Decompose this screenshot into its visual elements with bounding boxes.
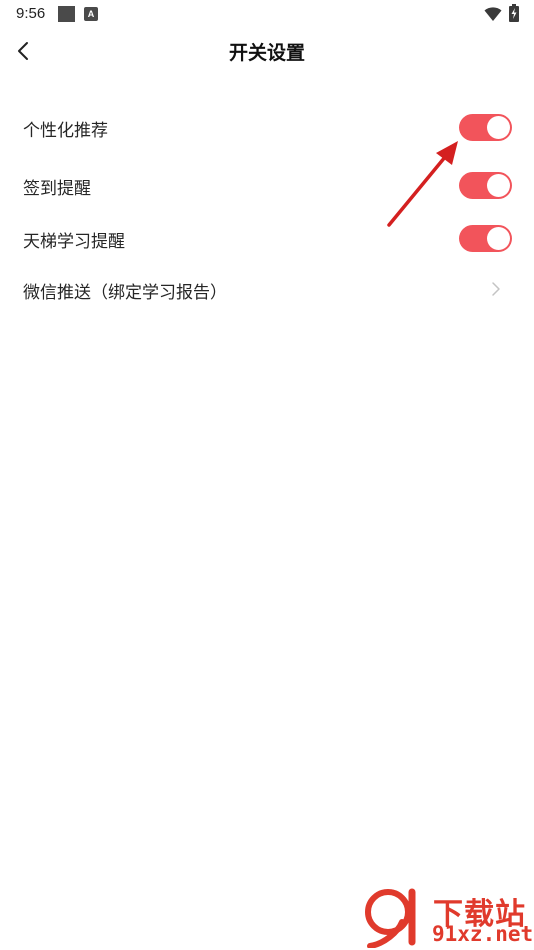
notification-square-icon <box>58 6 75 22</box>
toggle-knob <box>487 174 510 197</box>
setting-label: 个性化推荐 <box>23 121 108 141</box>
setting-row-wechat-push[interactable]: 微信推送（绑定学习报告） <box>0 266 534 310</box>
toggle-knob <box>487 227 510 250</box>
setting-label: 签到提醒 <box>23 179 91 199</box>
wifi-icon <box>484 7 502 21</box>
annotation-arrow-icon <box>387 141 458 227</box>
battery-charging-icon <box>509 4 519 22</box>
setting-label: 天梯学习提醒 <box>23 232 125 252</box>
watermark-domain: 91xz.net <box>432 922 534 946</box>
setting-label: 微信推送（绑定学习报告） <box>23 283 227 303</box>
notification-a-icon: A <box>84 7 98 21</box>
chevron-right-icon <box>492 282 500 296</box>
app-header: 开关设置 <box>0 28 534 74</box>
page-title: 开关设置 <box>228 42 305 64</box>
status-time: 9:56 <box>16 5 46 22</box>
status-bar: 9:56 A <box>0 0 534 28</box>
toggle-knob <box>487 116 510 139</box>
